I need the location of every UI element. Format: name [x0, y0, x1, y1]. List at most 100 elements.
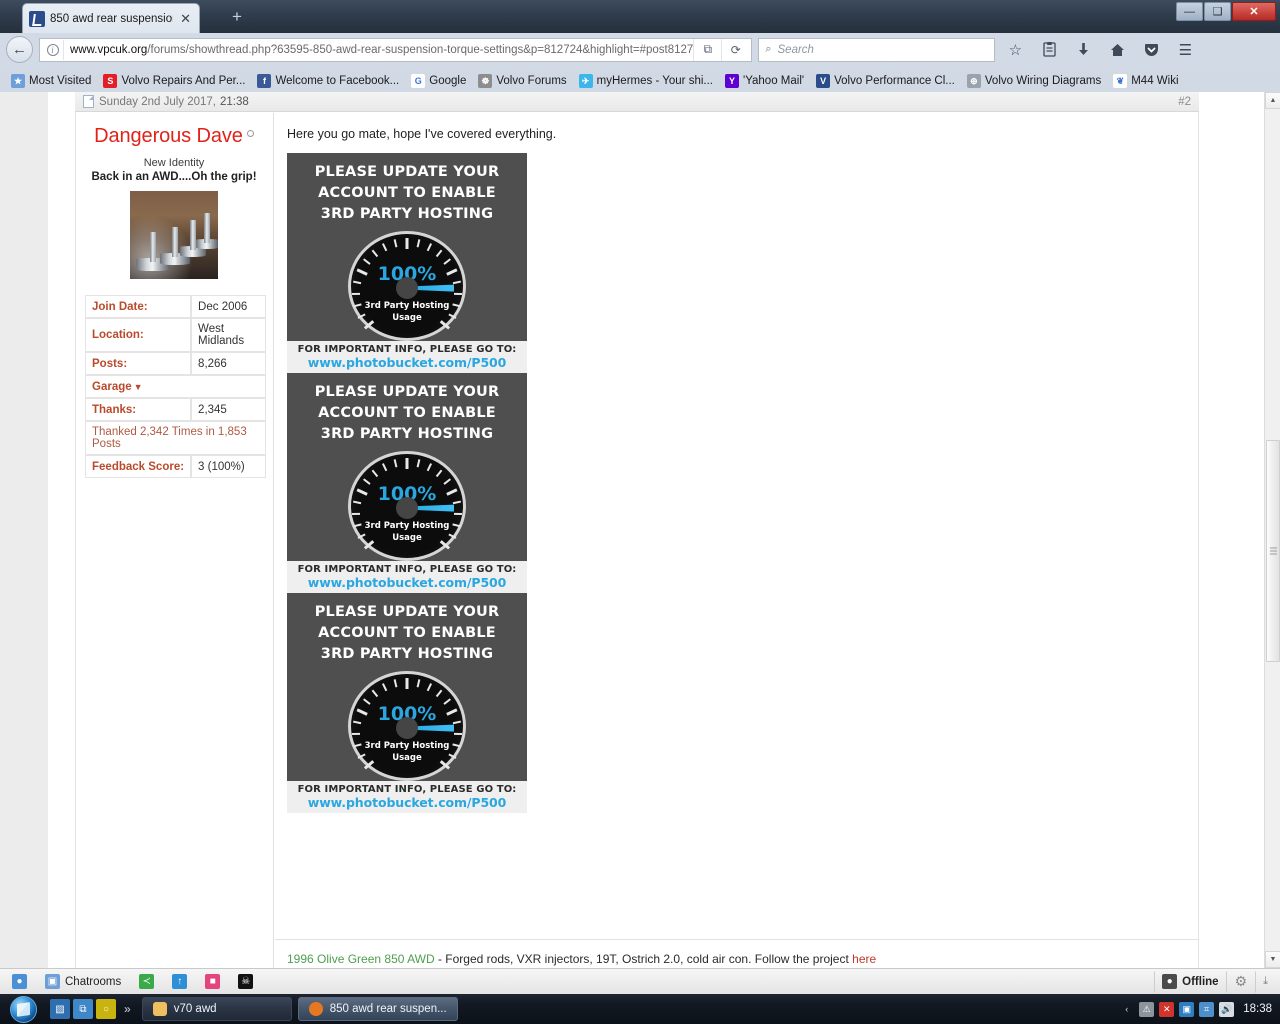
photobucket-footer-line1: FOR IMPORTANT INFO, PLEASE GO TO:	[297, 344, 517, 355]
browser-tab[interactable]: 850 awd rear suspension to... ✕	[22, 3, 200, 33]
taskbar-clock[interactable]: 18:38	[1241, 1003, 1272, 1015]
addon-save-page-icon[interactable]: ■	[197, 971, 228, 993]
photobucket-footer: FOR IMPORTANT INFO, PLEASE GO TO: www.pho…	[287, 561, 527, 593]
user-stats-table: Join Date: Dec 2006 Location: West Midlands…	[85, 295, 266, 478]
addon-share-icon[interactable]: ≺	[131, 971, 162, 993]
switch-window-icon[interactable]: ⧉	[73, 999, 93, 1019]
scroll-down-arrow[interactable]: ▼	[1265, 951, 1280, 968]
signature-link[interactable]: here	[852, 952, 876, 966]
photobucket-notice-line: 3RD PARTY HOSTING	[320, 206, 494, 223]
bookmark-item[interactable]: ✈ myHermes - Your shi...	[574, 72, 718, 90]
network-icon[interactable]: ⌗	[1199, 1001, 1215, 1017]
addon-expand[interactable]: ⤓	[1255, 970, 1276, 993]
bookmark-item[interactable]: ★ Most Visited	[6, 72, 96, 90]
photobucket-footer-url[interactable]: www.photobucket.com/P500	[308, 575, 507, 590]
bookmark-item[interactable]: V Volvo Performance Cl...	[811, 72, 960, 90]
bookmark-item[interactable]: f Welcome to Facebook...	[252, 72, 404, 90]
gauge-tick	[416, 679, 421, 688]
scrollbar-thumb[interactable]	[1266, 440, 1280, 662]
post-user-info: Dangerous Dave New Identity Back in an A…	[75, 113, 274, 968]
user-stat-value: 8,266	[191, 352, 266, 375]
photobucket-footer-url[interactable]: www.photobucket.com/P500	[308, 355, 507, 370]
media-player-icon[interactable]: ○	[96, 999, 116, 1019]
volvo-performance-icon: V	[816, 74, 831, 88]
new-tab-button[interactable]: +	[232, 8, 242, 25]
garage-dropdown[interactable]: Garage ▼	[85, 375, 266, 398]
gauge-label: 3rd Party Hosting Usage	[351, 301, 463, 324]
app-tray-icon[interactable]: ▣	[1179, 1001, 1195, 1017]
addon-settings[interactable]: ⚙	[1227, 971, 1256, 993]
hidden-icons-chevron[interactable]: ‹	[1119, 1002, 1134, 1017]
post-time: 21:38	[220, 95, 249, 108]
post-image[interactable]: PLEASE UPDATE YOUR ACCOUNT TO ENABLE 3RD P…	[287, 593, 527, 813]
url-text: www.vpcuk.org/forums/showthread.php?6359…	[64, 44, 693, 56]
addon-skull-icon[interactable]: ☠	[230, 971, 261, 993]
search-bar[interactable]: ⌕ Search	[758, 37, 996, 62]
library-icon[interactable]	[1035, 36, 1063, 64]
volume-icon[interactable]: 🔊	[1219, 1001, 1235, 1017]
user-stats-body: Join Date: Dec 2006 Location: West Midlands…	[85, 295, 266, 478]
taskbar-button[interactable]: v70 awd	[141, 997, 292, 1021]
post-image[interactable]: PLEASE UPDATE YOUR ACCOUNT TO ENABLE 3RD P…	[287, 373, 527, 593]
close-window-button[interactable]: ✕	[1232, 2, 1276, 21]
firefox-icon	[308, 1002, 323, 1016]
back-button[interactable]: ←	[6, 36, 33, 63]
address-bar[interactable]: i www.vpcuk.org/forums/showthread.php?63…	[39, 37, 753, 62]
bookmark-label: 'Yahoo Mail'	[743, 75, 805, 87]
bookmark-item[interactable]: S Volvo Repairs And Per...	[98, 72, 250, 90]
share-icon: ≺	[139, 974, 155, 989]
bookmark-star-icon[interactable]: ☆	[1001, 36, 1029, 64]
network-warning-icon[interactable]: ⚠	[1139, 1001, 1155, 1017]
gauge-tick	[393, 239, 398, 248]
reader-mode-icon[interactable]: ⧉	[693, 38, 721, 61]
pocket-icon[interactable]	[1137, 36, 1165, 64]
user-stat-row: Posts: 8,266	[85, 352, 266, 375]
vertical-scrollbar[interactable]: ▲ ▼	[1264, 92, 1280, 968]
photobucket-notice-line: ACCOUNT TO ENABLE	[318, 625, 496, 642]
offline-status[interactable]: ● Offline	[1154, 970, 1227, 993]
photobucket-notice: PLEASE UPDATE YOUR ACCOUNT TO ENABLE 3RD P…	[287, 373, 527, 561]
site-identity-icon[interactable]: i	[42, 39, 64, 60]
gauge-tick	[435, 249, 443, 258]
close-tab-icon[interactable]: ✕	[178, 12, 193, 25]
user-stat-row: Join Date: Dec 2006	[85, 295, 266, 318]
maximize-button[interactable]: ❑	[1204, 2, 1231, 21]
photobucket-notice: PLEASE UPDATE YOUR ACCOUNT TO ENABLE 3RD P…	[287, 153, 527, 341]
user-title: New Identity	[143, 157, 205, 169]
addon-upload-icon[interactable]: ↑	[164, 971, 195, 993]
bookmark-label: myHermes - Your shi...	[596, 75, 713, 87]
home-icon[interactable]	[1103, 36, 1131, 64]
tab-favicon-icon	[29, 10, 45, 27]
addon-chatrooms-icon[interactable]: ▣ Chatrooms	[37, 971, 129, 993]
downloads-icon[interactable]	[1069, 36, 1097, 64]
username[interactable]: Dangerous Dave	[94, 125, 243, 148]
bookmark-item[interactable]: ☸ Volvo Forums	[473, 72, 571, 90]
minimize-button[interactable]: —	[1176, 2, 1203, 21]
post-number[interactable]: #2	[1178, 96, 1191, 108]
show-desktop-icon[interactable]: ▧	[50, 999, 70, 1019]
taskbar-button[interactable]: 850 awd rear suspen...	[297, 997, 458, 1021]
bookmark-item[interactable]: G Google	[406, 72, 471, 90]
menu-icon[interactable]: ☰	[1171, 36, 1199, 64]
addon-globe-icon[interactable]: ●	[4, 971, 35, 993]
username-row: Dangerous Dave	[85, 125, 263, 148]
signature-text: - Forged rods, VXR injectors, 19T, Ostri…	[434, 952, 853, 966]
bookmark-item[interactable]: Y 'Yahoo Mail'	[720, 72, 809, 90]
avatar[interactable]	[130, 191, 218, 279]
post-image[interactable]: PLEASE UPDATE YOUR ACCOUNT TO ENABLE 3RD P…	[287, 153, 527, 373]
quicklaunch-overflow[interactable]: »	[119, 1002, 136, 1016]
windows-orb-icon	[9, 995, 37, 1023]
gauge-label: 3rd Party Hosting Usage	[351, 521, 463, 544]
bookmark-item[interactable]: ⊕ Volvo Wiring Diagrams	[962, 72, 1106, 90]
gauge-tick	[371, 469, 379, 478]
library-glyph	[1043, 42, 1056, 57]
start-button[interactable]	[0, 994, 46, 1024]
windows-taskbar: ▧ ⧉ ○» v70 awd 850 awd rear suspen... ‹ ⚠ ✕ ▣ ⌗…	[0, 994, 1280, 1024]
antivirus-alert-icon[interactable]: ✕	[1159, 1001, 1175, 1017]
photobucket-footer-url[interactable]: www.photobucket.com/P500	[308, 795, 507, 810]
gauge-tick	[416, 239, 421, 248]
bookmark-item[interactable]: ❦ M44 Wiki	[1108, 72, 1183, 90]
reload-icon[interactable]: ⟳	[721, 38, 749, 61]
browser-addon-bar: ● ▣ Chatrooms ≺ ↑ ■ ☠ ● Offline ⚙ ⤓	[0, 968, 1280, 994]
scroll-up-arrow[interactable]: ▲	[1265, 92, 1280, 109]
